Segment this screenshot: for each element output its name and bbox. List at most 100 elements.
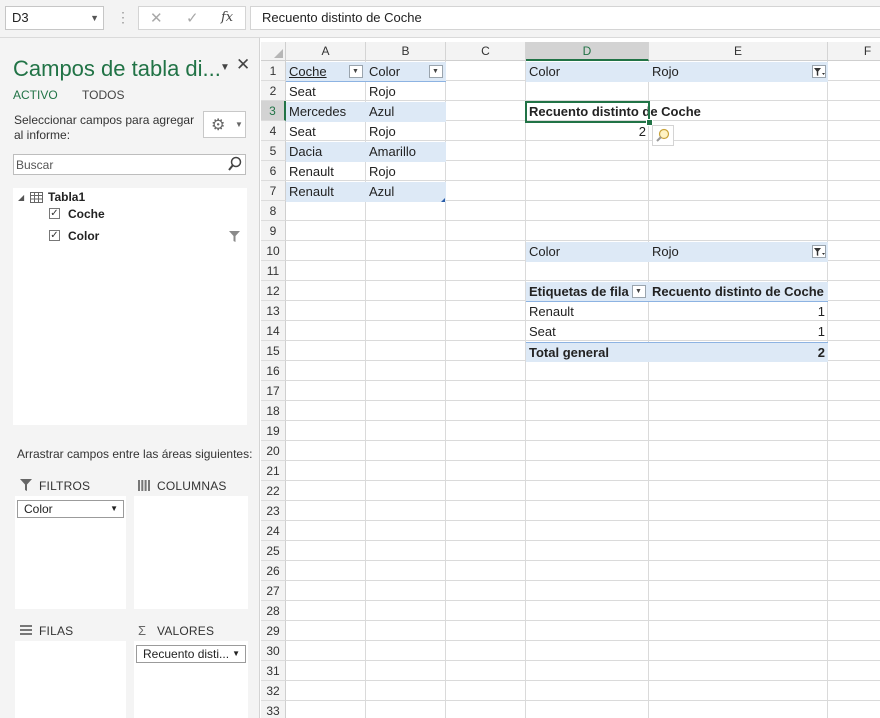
row-header-28[interactable]: 28 [261,601,286,621]
row-header-2[interactable]: 2 [261,81,286,101]
table-cell[interactable]: Seat [286,122,366,142]
table-resize-handle[interactable] [441,198,445,202]
row-header-24[interactable]: 24 [261,521,286,541]
row-header-31[interactable]: 31 [261,661,286,681]
pivot-filter-button[interactable] [812,245,826,258]
column-header-c[interactable]: C [446,42,526,61]
name-box[interactable]: D3 ▼ [5,6,104,30]
formula-bar-grip-icon: ⋮ [116,9,130,25]
row-header-23[interactable]: 23 [261,501,286,521]
row-header-7[interactable]: 7 [261,181,286,201]
column-header-f[interactable]: F [828,42,880,61]
pane-options-chevron-icon[interactable]: ▼ [220,62,230,73]
rows-area[interactable] [15,641,126,718]
row-header-32[interactable]: 32 [261,681,286,701]
chevron-down-icon[interactable]: ▼ [110,501,118,517]
row-header-18[interactable]: 18 [261,401,286,421]
tab-todos[interactable]: TODOS [82,88,124,102]
row-header-20[interactable]: 20 [261,441,286,461]
row-header-9[interactable]: 9 [261,221,286,241]
row-header-25[interactable]: 25 [261,541,286,561]
table-icon [30,192,43,203]
chevron-down-icon[interactable]: ▼ [232,646,240,662]
quick-analysis-button[interactable] [652,125,674,146]
table-cell[interactable]: Mercedes [286,102,366,122]
gridline-horizontal [286,280,880,281]
table-cell[interactable]: Dacia [286,142,366,162]
select-all-button[interactable] [261,42,286,61]
row-header-11[interactable]: 11 [261,261,286,281]
cancel-icon[interactable]: ✕ [150,9,163,27]
chevron-down-icon: ▼ [635,288,642,295]
row-header-5[interactable]: 5 [261,141,286,161]
columns-area[interactable] [134,496,248,609]
formula-input[interactable]: Recuento distinto de Coche [250,6,880,30]
gridline-horizontal [286,680,880,681]
row-header-15[interactable]: 15 [261,341,286,361]
filter-icon[interactable] [229,231,240,242]
row-header-30[interactable]: 30 [261,641,286,661]
spreadsheet-grid[interactable]: ABCDEF 1 2 3 4 5 6 7 8 9 10 11 12 13 14 15 16 17 18 19 20 21… [261,42,880,718]
row-header-27[interactable]: 27 [261,581,286,601]
table-cell[interactable]: Rojo [366,122,446,142]
close-icon[interactable]: ✕ [236,55,250,75]
row-header-12[interactable]: 12 [261,281,286,301]
row-header-14[interactable]: 14 [261,321,286,341]
table-cell[interactable]: Rojo [366,82,446,102]
tools-button[interactable]: ⚙ ▼ [203,111,246,138]
row-header-29[interactable]: 29 [261,621,286,641]
gear-icon: ⚙ [211,117,226,134]
checkbox-color[interactable]: ✓ [49,230,60,241]
search-field[interactable] [13,154,246,175]
pivot2-row-label[interactable]: Renault [526,302,649,322]
row-header-10[interactable]: 10 [261,241,286,261]
table-cell[interactable]: Azul [366,102,446,122]
table-cell[interactable]: Rojo [366,162,446,182]
row-header-13[interactable]: 13 [261,301,286,321]
tab-activo[interactable]: ACTIVO [13,88,58,102]
pivot2-row-label[interactable]: Seat [526,322,649,342]
filter-field-color[interactable]: Color ▼ [17,500,124,518]
row-header-8[interactable]: 8 [261,201,286,221]
table-cell[interactable]: Seat [286,82,366,102]
row-header-22[interactable]: 22 [261,481,286,501]
row-header-26[interactable]: 26 [261,561,286,581]
row-header-3[interactable]: 3 [261,101,286,121]
row-header-1[interactable]: 1 [261,61,286,81]
checkbox-coche[interactable]: ✓ [49,208,60,219]
filters-area[interactable]: Color ▼ [15,496,126,609]
pivot2-filter-value: Rojo [649,242,828,262]
row-header-21[interactable]: 21 [261,461,286,481]
row-header-4[interactable]: 4 [261,121,286,141]
field-item-coche[interactable]: ✓ Coche [49,206,244,224]
pivot-filter-button[interactable] [812,65,826,78]
search-icon[interactable] [227,155,243,173]
column-header-b[interactable]: B [366,42,446,61]
column-header-d[interactable]: D [526,42,649,61]
row-header-19[interactable]: 19 [261,421,286,441]
chevron-down-icon: ▼ [235,120,243,129]
values-area[interactable]: Recuento disti... ▼ [134,641,248,718]
field-item-color[interactable]: ✓ Color [49,228,244,246]
table-cell[interactable]: Renault [286,182,366,202]
filter-dropdown-button[interactable]: ▼ [429,65,443,78]
search-input[interactable] [14,155,216,174]
filter-icon [20,479,32,491]
chevron-down-icon[interactable]: ▼ [90,7,99,29]
confirm-icon[interactable]: ✓ [186,9,199,27]
table-cell[interactable]: Renault [286,162,366,182]
row-header-17[interactable]: 17 [261,381,286,401]
insert-function-icon[interactable]: fx [221,10,233,25]
row-labels-filter-button[interactable]: ▼ [632,285,646,298]
value-field-recuento[interactable]: Recuento disti... ▼ [136,645,246,663]
column-header-a[interactable]: A [286,42,366,61]
gridline-horizontal [286,420,880,421]
row-header-6[interactable]: 6 [261,161,286,181]
row-header-33[interactable]: 33 [261,701,286,718]
collapse-arrow-icon[interactable]: ◢ [18,193,24,202]
row-header-16[interactable]: 16 [261,361,286,381]
column-header-e[interactable]: E [649,42,828,61]
table-cell[interactable]: Azul [366,182,446,202]
filter-dropdown-button[interactable]: ▼ [349,65,363,78]
table-cell[interactable]: Amarillo [366,142,446,162]
